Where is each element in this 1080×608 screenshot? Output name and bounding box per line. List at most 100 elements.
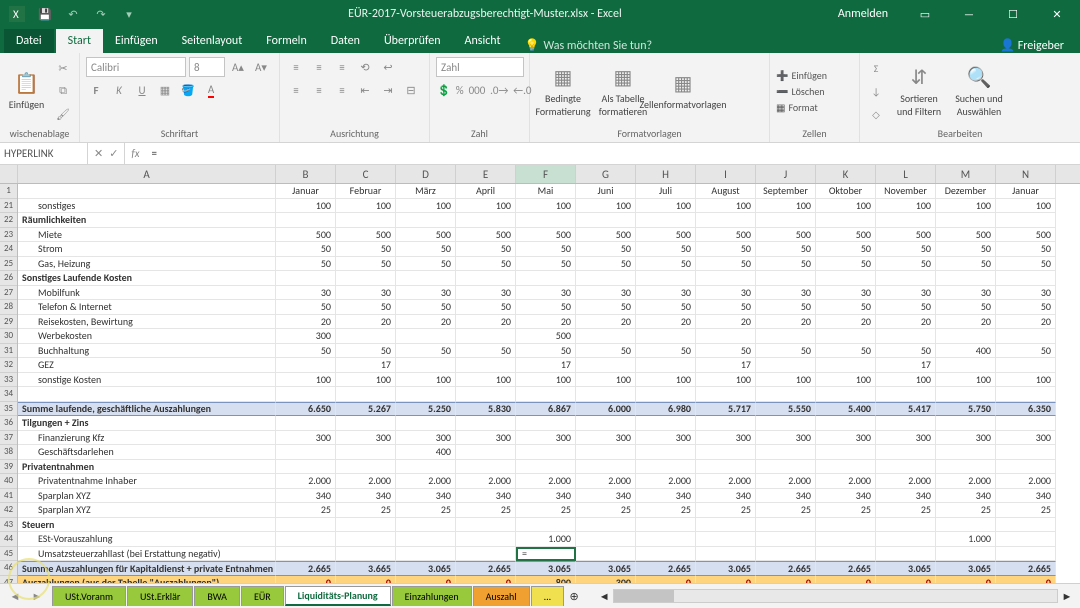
cell[interactable]: 500 [576, 228, 636, 243]
cell[interactable]: 17 [336, 358, 396, 373]
row-label[interactable]: sonstige Kosten [18, 373, 276, 388]
cell[interactable] [816, 329, 876, 344]
cell[interactable]: 2.000 [756, 474, 816, 489]
cell[interactable] [516, 460, 576, 475]
row-header-35[interactable]: 35 [0, 402, 17, 417]
cell[interactable]: 30 [816, 286, 876, 301]
cell[interactable]: 0 [756, 576, 816, 584]
cell[interactable] [756, 271, 816, 286]
col-header-C[interactable]: C [336, 165, 396, 183]
sheet-tab-Einzahlungen[interactable]: Einzahlungen [392, 586, 472, 606]
row-header-22[interactable]: 22 [0, 213, 17, 228]
row-label[interactable]: Umsatzsteuerzahllast (bei Erstattung neg… [18, 547, 276, 562]
cell[interactable]: 30 [456, 286, 516, 301]
cell[interactable] [396, 271, 456, 286]
number-format-combo[interactable]: Zahl [436, 57, 524, 77]
cell[interactable]: 0 [276, 576, 336, 584]
tab-nav-next-icon[interactable]: ► [28, 587, 46, 605]
cell[interactable] [636, 329, 696, 344]
cell[interactable]: 50 [636, 344, 696, 359]
cell[interactable] [396, 358, 456, 373]
cell[interactable]: 500 [936, 228, 996, 243]
row-label[interactable] [18, 387, 276, 402]
cells-insert-button[interactable]: ➕ Einfügen [776, 69, 827, 82]
cell[interactable] [396, 213, 456, 228]
cell[interactable]: 0 [636, 576, 696, 584]
row-label[interactable]: Geschäftsdarlehen [18, 445, 276, 460]
cell[interactable]: 50 [276, 300, 336, 315]
cell[interactable]: = [516, 547, 576, 562]
cell[interactable]: 100 [996, 199, 1056, 214]
cell[interactable] [996, 271, 1056, 286]
cell[interactable]: 25 [636, 503, 696, 518]
cell[interactable]: 500 [336, 228, 396, 243]
tab-formulas[interactable]: Formeln [254, 29, 318, 53]
cell[interactable] [456, 547, 516, 562]
cell[interactable]: 25 [336, 503, 396, 518]
cell[interactable]: 50 [696, 257, 756, 272]
cell[interactable] [456, 387, 516, 402]
cell[interactable]: 340 [816, 489, 876, 504]
cell[interactable]: 300 [936, 431, 996, 446]
increase-font-icon[interactable]: A▴ [228, 57, 248, 77]
cell[interactable] [936, 460, 996, 475]
cell[interactable]: 50 [456, 300, 516, 315]
row-header-41[interactable]: 41 [0, 489, 17, 504]
cell[interactable] [336, 271, 396, 286]
cell[interactable]: 50 [996, 344, 1056, 359]
tab-pagelayout[interactable]: Seitenlayout [170, 29, 255, 53]
cell[interactable]: 1.000 [936, 532, 996, 547]
cell[interactable] [336, 387, 396, 402]
cell[interactable]: 17 [876, 358, 936, 373]
cell[interactable] [516, 445, 576, 460]
row-header-38[interactable]: 38 [0, 445, 17, 460]
cell[interactable]: 100 [876, 199, 936, 214]
cell[interactable] [396, 387, 456, 402]
row-label[interactable]: Steuern [18, 518, 276, 533]
cell[interactable]: 340 [756, 489, 816, 504]
cell[interactable] [816, 416, 876, 431]
cell[interactable]: 25 [696, 503, 756, 518]
cut-icon[interactable]: ✂ [53, 58, 73, 78]
cell[interactable] [276, 518, 336, 533]
cell[interactable]: 0 [876, 576, 936, 584]
sheet-tab-Auszahl[interactable]: Auszahl [473, 586, 530, 606]
cell[interactable]: 20 [336, 315, 396, 330]
cell[interactable]: 300 [396, 431, 456, 446]
cell[interactable] [756, 416, 816, 431]
cells-delete-button[interactable]: ➖ Löschen [776, 85, 827, 98]
cell[interactable]: 50 [276, 242, 336, 257]
cell[interactable]: 50 [816, 300, 876, 315]
cell[interactable] [396, 329, 456, 344]
cell[interactable] [336, 416, 396, 431]
cell[interactable] [636, 387, 696, 402]
row-label[interactable]: Auszahlungen (aus der Tabelle "Auszahlun… [18, 576, 276, 584]
cell[interactable]: 50 [336, 242, 396, 257]
cell[interactable]: 340 [696, 489, 756, 504]
cell[interactable]: 25 [516, 503, 576, 518]
cell[interactable]: 20 [516, 315, 576, 330]
cell[interactable] [576, 387, 636, 402]
cell[interactable]: 50 [636, 257, 696, 272]
cell[interactable]: 50 [576, 257, 636, 272]
cell[interactable] [456, 460, 516, 475]
excel-icon[interactable]: X [4, 1, 30, 27]
row-label[interactable]: Tilgungen + Zins [18, 416, 276, 431]
cell[interactable] [636, 358, 696, 373]
undo-icon[interactable]: ↶ [60, 1, 86, 27]
row-label[interactable]: Telefon & Internet [18, 300, 276, 315]
cell[interactable] [576, 460, 636, 475]
cell[interactable] [576, 416, 636, 431]
cell[interactable]: 5.830 [456, 402, 516, 417]
cell[interactable]: 0 [996, 576, 1056, 584]
cell[interactable]: 50 [756, 242, 816, 257]
cell[interactable]: 1.000 [516, 532, 576, 547]
align-left-icon[interactable]: ≡ [286, 80, 306, 100]
cell[interactable]: 100 [456, 373, 516, 388]
cell[interactable]: 50 [396, 344, 456, 359]
cell[interactable] [336, 329, 396, 344]
cell[interactable]: 2.665 [636, 561, 696, 576]
row-label[interactable]: Summe Auszahlungen für Kapitaldienst + p… [18, 561, 276, 576]
cell[interactable] [576, 329, 636, 344]
cell[interactable]: 340 [456, 489, 516, 504]
